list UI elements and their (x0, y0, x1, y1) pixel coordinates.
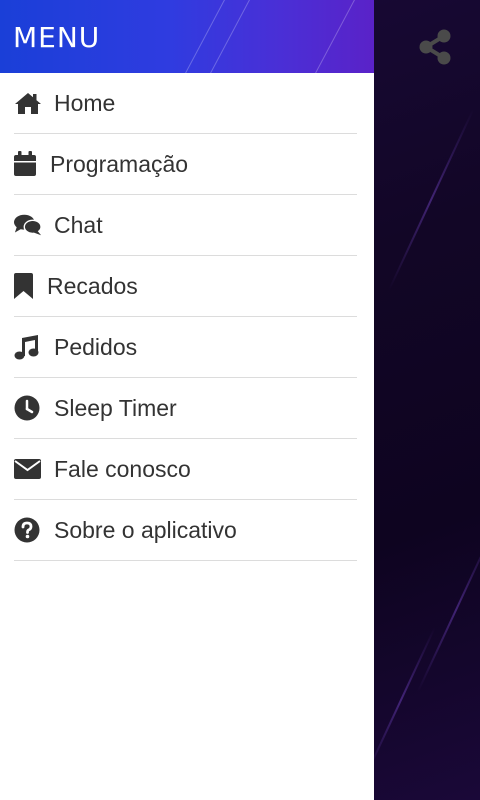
background-streak (366, 627, 436, 773)
bookmark-icon (14, 272, 35, 300)
menu-item-label: Programação (50, 150, 189, 177)
menu-item-sleep-timer[interactable]: Sleep Timer (14, 378, 357, 439)
music-note-icon (14, 333, 42, 361)
background-streak (417, 528, 480, 692)
menu-item-sobre-o-aplicativo[interactable]: Sobre o aplicativo (14, 500, 357, 561)
app-screen: MENU Home Programação Chat Recados Pedid… (0, 0, 480, 800)
menu-item-label: Sobre o aplicativo (54, 516, 237, 543)
share-icon (419, 29, 451, 65)
menu-item-label: Fale conosco (54, 455, 191, 482)
drawer-header: MENU (0, 0, 374, 73)
chat-icon (14, 211, 42, 239)
calendar-icon (14, 150, 38, 178)
drawer-title: MENU (13, 21, 101, 54)
menu-item-home[interactable]: Home (14, 73, 357, 134)
menu-item-label: Chat (54, 211, 103, 238)
share-button[interactable] (414, 26, 456, 68)
menu-item-label: Pedidos (54, 333, 138, 360)
menu-item-label: Sleep Timer (54, 394, 177, 421)
menu-item-label: Home (54, 89, 116, 116)
background-streak (387, 108, 475, 292)
menu-item-programacao[interactable]: Programação (14, 134, 357, 195)
question-circle-icon (14, 516, 42, 544)
menu-item-chat[interactable]: Chat (14, 195, 357, 256)
navigation-drawer: MENU Home Programação Chat Recados Pedid… (0, 0, 374, 800)
envelope-icon (14, 455, 42, 483)
clock-icon (14, 394, 42, 422)
menu-item-pedidos[interactable]: Pedidos (14, 317, 357, 378)
menu-item-label: Recados (47, 272, 138, 299)
menu-list: Home Programação Chat Recados Pedidos Sl… (0, 73, 374, 561)
menu-item-recados[interactable]: Recados (14, 256, 357, 317)
menu-item-fale-conosco[interactable]: Fale conosco (14, 439, 357, 500)
home-icon (14, 89, 42, 117)
